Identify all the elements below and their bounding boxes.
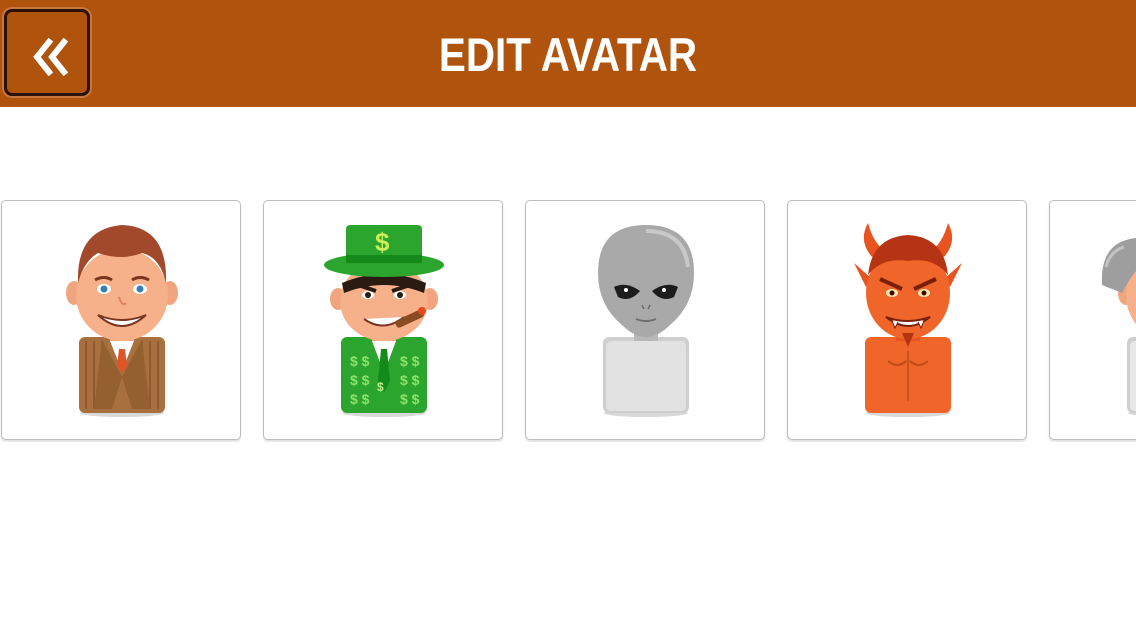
svg-text:$: $ bbox=[375, 227, 390, 257]
old-man-avatar-icon bbox=[1101, 238, 1136, 416]
avatar-card-alien[interactable] bbox=[525, 200, 765, 440]
svg-text:$ $: $ $ bbox=[350, 391, 370, 407]
svg-text:$ $: $ $ bbox=[350, 372, 370, 388]
avatar-card-money-man[interactable]: $ $ $ $ $ $ $ $ $ $ $ $ $ $ bbox=[263, 200, 503, 440]
money-man-avatar-icon: $ $ $ $ $ $ $ $ $ $ $ $ $ $ bbox=[324, 225, 444, 417]
devil-avatar-icon bbox=[854, 223, 962, 417]
svg-text:$ $: $ $ bbox=[400, 391, 420, 407]
alien-avatar-icon bbox=[598, 225, 694, 417]
avatar-card-old-man[interactable] bbox=[1049, 200, 1136, 440]
header-bar: EDIT AVATAR bbox=[0, 0, 1136, 107]
svg-text:$: $ bbox=[377, 380, 384, 394]
double-chevron-left-icon bbox=[33, 38, 69, 76]
svg-text:$ $: $ $ bbox=[400, 372, 420, 388]
back-button[interactable] bbox=[4, 9, 90, 96]
businessman-avatar-icon bbox=[66, 225, 178, 417]
avatar-card-businessman[interactable] bbox=[1, 200, 241, 440]
avatar-card-devil[interactable] bbox=[787, 200, 1027, 440]
avatar-carousel[interactable]: $ $ $ $ $ $ $ $ $ $ $ $ $ $ bbox=[0, 200, 1136, 442]
page-title: EDIT AVATAR bbox=[438, 28, 698, 81]
svg-text:$ $: $ $ bbox=[350, 353, 370, 369]
svg-text:$ $: $ $ bbox=[400, 353, 420, 369]
